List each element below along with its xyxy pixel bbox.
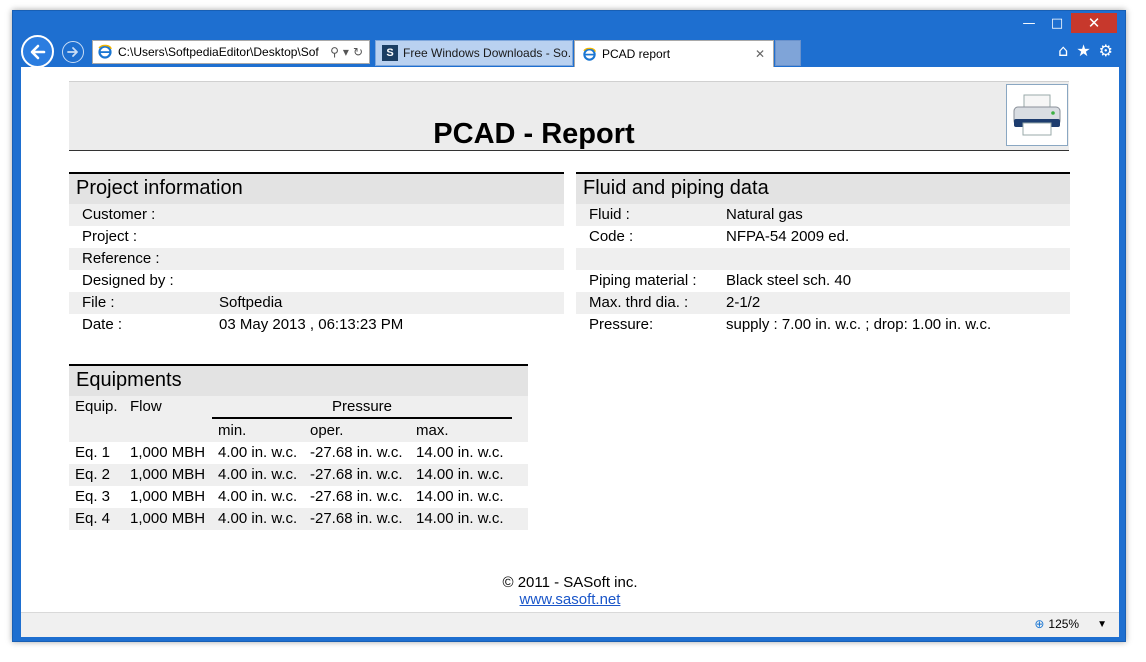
zoom-control[interactable]: ⊕ 125% ▼	[1034, 617, 1107, 631]
fluid-piping-heading: Fluid and piping data	[576, 172, 1070, 204]
project-row-date: Date :03 May 2013 , 06:13:23 PM	[82, 316, 404, 333]
tab-pcad-report[interactable]: PCAD report ✕	[574, 40, 774, 67]
tab-label: PCAD report	[602, 47, 671, 61]
forward-arrow-icon	[67, 47, 78, 57]
project-information-section: Project information Customer : Project :…	[69, 172, 564, 336]
footer-link-wrapper: www.sasoft.net	[21, 591, 1119, 608]
col-flow-header: Flow	[130, 398, 162, 415]
fluid-row-pressure: Pressure: supply : 7.00 in. w.c. ; drop: …	[589, 316, 992, 333]
fluid-piping-rows: Fluid : Natural gas Code : NFPA-54 2009 ed…	[576, 204, 1070, 336]
close-window-button[interactable]: ✕	[1071, 13, 1117, 33]
equipments-heading: Equipments	[69, 364, 528, 396]
ie-page-icon	[95, 42, 115, 62]
equipments-table: Equip. Flow Pressure min. oper. max. Eq.…	[69, 396, 528, 530]
project-information-heading: Project information	[69, 172, 564, 204]
printer-icon	[1013, 94, 1061, 136]
project-row-file: File : Softpedia	[69, 292, 564, 314]
fluid-row-code: Code : NFPA-54 2009 ed.	[589, 228, 850, 245]
project-row-designed-by: Designed by :	[82, 272, 174, 289]
project-row-project: Project :	[82, 228, 138, 245]
table-row: Eq. 1 1,000 MBH 4.00 in. w.c. -27.68 in.…	[75, 444, 504, 461]
print-button[interactable]	[1006, 84, 1068, 146]
table-row: Eq. 3 1,000 MBH 4.00 in. w.c. -27.68 in.…	[75, 488, 504, 505]
col-pressure-header: Pressure	[212, 396, 512, 419]
search-icon[interactable]: ⚲	[330, 45, 339, 59]
col-oper-header: oper.	[310, 422, 344, 439]
forward-button[interactable]	[62, 41, 84, 63]
ie-page-icon	[581, 46, 597, 62]
home-icon[interactable]: ⌂	[1058, 41, 1068, 60]
fluid-row-max-thread-dia: Max. thrd dia. :2-1/2	[576, 292, 1070, 314]
tab-free-windows-downloads[interactable]: S Free Windows Downloads - So...	[375, 40, 573, 66]
fluid-piping-section: Fluid and piping data Fluid : Natural gas…	[576, 172, 1070, 336]
report-header: PCAD - Report	[69, 81, 1069, 151]
equipments-header-row: Equip. Flow Pressure	[69, 396, 528, 420]
dropdown-arrow-icon[interactable]: ▾	[343, 45, 349, 59]
sasoft-website-link[interactable]: www.sasoft.net	[520, 591, 621, 608]
close-tab-icon[interactable]: ✕	[755, 47, 765, 61]
fluid-row-piping-material: Piping material : Black steel sch. 40	[589, 272, 852, 289]
col-equip-header: Equip.	[75, 398, 118, 415]
page-content: PCAD - Report Project information Custom…	[21, 67, 1119, 612]
col-max-header: max.	[416, 422, 449, 439]
table-row: Eq. 4 1,000 MBH 4.00 in. w.c. -27.68 in.…	[69, 508, 528, 530]
zoom-dropdown-icon[interactable]: ▼	[1097, 619, 1107, 630]
softpedia-icon: S	[382, 45, 398, 61]
zoom-level: 125%	[1048, 617, 1080, 631]
maximize-button[interactable]: □	[1043, 13, 1071, 33]
equipments-section: Equipments Equip. Flow Pressure min. ope…	[69, 364, 528, 530]
favorites-star-icon[interactable]: ★	[1076, 41, 1090, 60]
back-button[interactable]	[21, 35, 54, 68]
address-url: C:\Users\SoftpediaEditor\Desktop\Sof	[118, 45, 319, 59]
report-title: PCAD - Report	[433, 118, 635, 150]
back-arrow-icon	[30, 44, 45, 59]
refresh-icon[interactable]: ↻	[353, 45, 363, 59]
minimize-button[interactable]: —	[1015, 13, 1043, 33]
zoom-magnifier-icon: ⊕	[1034, 617, 1045, 631]
footer-copyright: © 2011 - SASoft inc.	[502, 574, 638, 591]
col-min-header: min.	[218, 422, 247, 439]
fluid-row-fluid: Fluid : Natural gas	[576, 204, 1070, 226]
settings-gear-icon[interactable]: ⚙	[1099, 41, 1113, 60]
project-row-reference: Reference :	[69, 248, 564, 270]
equipments-subheader-row: min. oper. max.	[69, 420, 528, 442]
fluid-row-spacer	[576, 248, 1070, 270]
project-row-customer: Customer :	[69, 204, 564, 226]
navigation-bar: C:\Users\SoftpediaEditor\Desktop\Sof ⚲ ▾…	[13, 35, 1125, 68]
window-controls: — □ ✕	[1015, 13, 1117, 33]
project-information-rows: Customer : Project : Reference : Designe…	[69, 204, 564, 336]
toolbar-icons: ⌂ ★ ⚙	[1058, 41, 1113, 60]
table-row: Eq. 2 1,000 MBH 4.00 in. w.c. -27.68 in.…	[69, 464, 528, 486]
address-bar[interactable]: C:\Users\SoftpediaEditor\Desktop\Sof ⚲ ▾…	[92, 40, 370, 64]
browser-window: — □ ✕ C:\Users\SoftpediaEditor\Desktop\S…	[12, 10, 1126, 642]
tab-label: Free Windows Downloads - So...	[403, 46, 573, 60]
new-tab-button[interactable]	[775, 40, 801, 66]
status-bar: ⊕ 125% ▼	[21, 612, 1119, 637]
